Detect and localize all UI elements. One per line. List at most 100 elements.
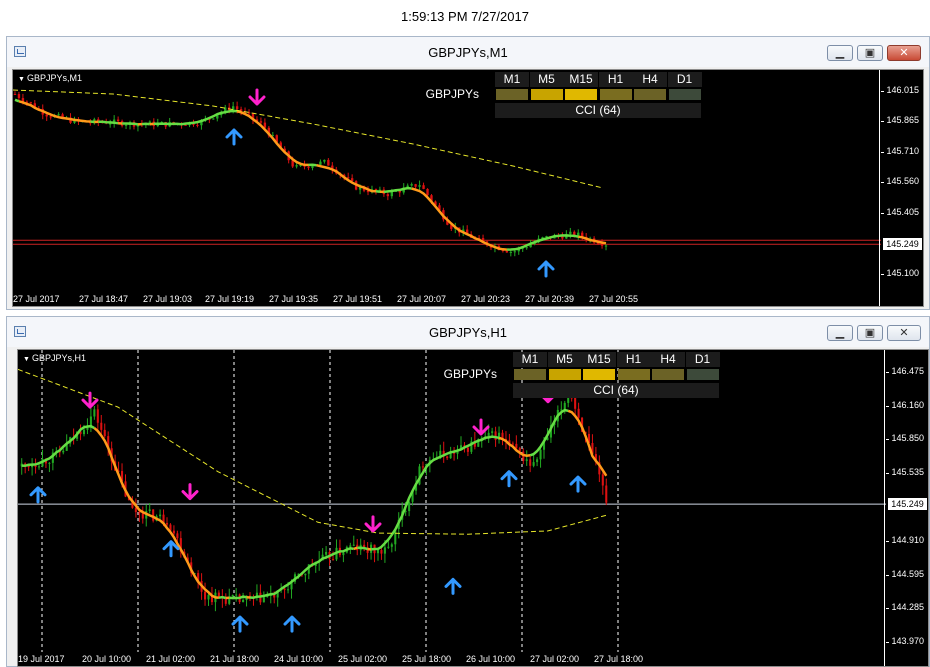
candle-body: [82, 429, 86, 435]
candle-body: [283, 588, 286, 590]
arrow-shape: [248, 88, 266, 106]
up-arrow-icon: [225, 128, 243, 146]
candle-body: [34, 465, 37, 467]
candle-body: [352, 544, 355, 546]
chart-window-m1[interactable]: GBPJPYs,M1 ▁ ▣ ✕ GBPJPYs,M1 GBPJPYs M1M5…: [6, 36, 930, 310]
candle-body: [124, 124, 128, 126]
panel-symbol: GBPJPYs: [425, 87, 479, 101]
candle-body: [532, 462, 535, 466]
candle-body: [148, 509, 151, 512]
window-titlebar[interactable]: GBPJPYs,M1 ▁ ▣ ✕: [7, 37, 929, 67]
chart-area[interactable]: GBPJPYs,M1 GBPJPYs M1M5M15H1H4D1 CCI (64…: [12, 69, 924, 307]
price-axis[interactable]: 146.015 145.865 145.710 145.560 145.405 145.1…: [879, 70, 923, 306]
candle-body: [165, 523, 169, 525]
candle: [48, 462, 51, 473]
symbol-label: GBPJPYs,M1: [18, 73, 82, 83]
time-label: 27 Jul 20:39: [525, 294, 575, 304]
price-chart[interactable]: [18, 350, 886, 652]
candle: [442, 441, 445, 463]
candle-body: [421, 466, 424, 468]
minimize-button[interactable]: ▁: [827, 45, 853, 61]
time-axis[interactable]: 27 Jul 2017 27 Jul 18:47 27 Jul 19:03 27 Ju…: [13, 290, 879, 306]
arrow-shape: [283, 615, 301, 633]
ma-fast-line: [149, 122, 154, 126]
ma-trend-line: [218, 595, 227, 600]
candle: [577, 229, 580, 240]
close-button[interactable]: ✕: [887, 325, 921, 341]
time-label: 27 Jul 02:00: [530, 654, 580, 664]
restore-button[interactable]: ▣: [857, 325, 883, 341]
candle: [259, 584, 262, 605]
restore-button[interactable]: ▣: [857, 45, 883, 61]
candle-body: [319, 161, 322, 165]
timeframe-label: M5: [547, 352, 582, 367]
price-axis[interactable]: 146.475 146.160 145.850 145.535 144.910 144.5…: [884, 350, 928, 666]
candle-body: [604, 245, 608, 247]
candle-body: [100, 422, 103, 430]
candle-body: [383, 547, 386, 554]
minimize-button[interactable]: ▁: [827, 325, 853, 341]
chart-window-h1[interactable]: GBPJPYs,H1 ▁ ▣ ✕ GBPJPYs,H1 GBPJPYs M1M5…: [6, 316, 930, 667]
candle: [536, 457, 539, 467]
candle-body: [390, 544, 393, 547]
candle-body: [48, 462, 51, 464]
price-label: 145.535: [886, 467, 924, 478]
arrow-shape: [569, 475, 587, 493]
candle: [31, 458, 34, 476]
time-label: 26 Jul 10:00: [466, 654, 516, 664]
ma-trend-line: [529, 408, 569, 457]
candle-body: [224, 598, 227, 604]
ma-trend-line: [229, 595, 247, 600]
candle: [508, 433, 511, 450]
candle-body: [605, 485, 608, 503]
current-price-label: 145.249: [883, 238, 922, 251]
candle: [456, 445, 459, 460]
candle-body: [45, 114, 48, 117]
ma-fast-line: [353, 546, 358, 551]
price-chart[interactable]: [13, 70, 881, 292]
candle-body: [62, 450, 65, 453]
arrow-shape: [81, 391, 99, 409]
candle: [581, 230, 584, 241]
chart-area[interactable]: GBPJPYs,H1 GBPJPYs M1M5M15H1H4D1 CCI (64…: [17, 349, 929, 667]
timeframe-label: M1: [513, 352, 547, 367]
arrow-shape: [231, 615, 249, 633]
up-arrow-icon: [444, 577, 462, 595]
candle-body: [57, 114, 60, 116]
up-arrow-icon: [500, 470, 518, 488]
price-label: 145.100: [881, 268, 919, 278]
ma-fast-line: [236, 110, 309, 167]
candle: [418, 180, 421, 191]
candle-body: [184, 124, 187, 126]
timeframe-signal-cell: [668, 89, 701, 100]
candle: [498, 426, 501, 444]
candle: [529, 456, 532, 473]
candle: [480, 436, 483, 448]
candle-body: [446, 456, 449, 459]
minimize-icon: ▁: [835, 327, 845, 339]
candle: [128, 120, 132, 130]
candle-body: [380, 549, 383, 554]
timeframe-signal-cell: [548, 369, 581, 380]
candle: [331, 162, 334, 174]
arrow-shape: [444, 577, 462, 595]
time-label: 27 Jul 19:51: [333, 294, 383, 304]
price-label: 146.160: [886, 400, 924, 410]
candle-body: [376, 549, 380, 554]
time-axis[interactable]: 19 Jul 2017 20 Jul 10:00 21 Jul 02:00 21 Ju…: [18, 650, 884, 666]
candle: [604, 244, 608, 251]
time-label: 27 Jul 20:07: [397, 294, 447, 304]
ma-fast-line: [93, 427, 220, 599]
time-label: 27 Jul 20:23: [461, 294, 511, 304]
ma-fast-line: [567, 409, 608, 477]
window-titlebar[interactable]: GBPJPYs,H1 ▁ ▣ ✕: [7, 317, 929, 347]
candle: [370, 542, 373, 560]
candle: [172, 525, 175, 536]
ma-fast-line: [316, 163, 377, 193]
price-label: 144.595: [886, 568, 924, 579]
candle-body: [325, 551, 328, 555]
close-button[interactable]: ✕: [887, 45, 921, 61]
candle: [204, 582, 207, 606]
candle: [366, 542, 369, 560]
time-label: 20 Jul 10:00: [82, 654, 132, 664]
